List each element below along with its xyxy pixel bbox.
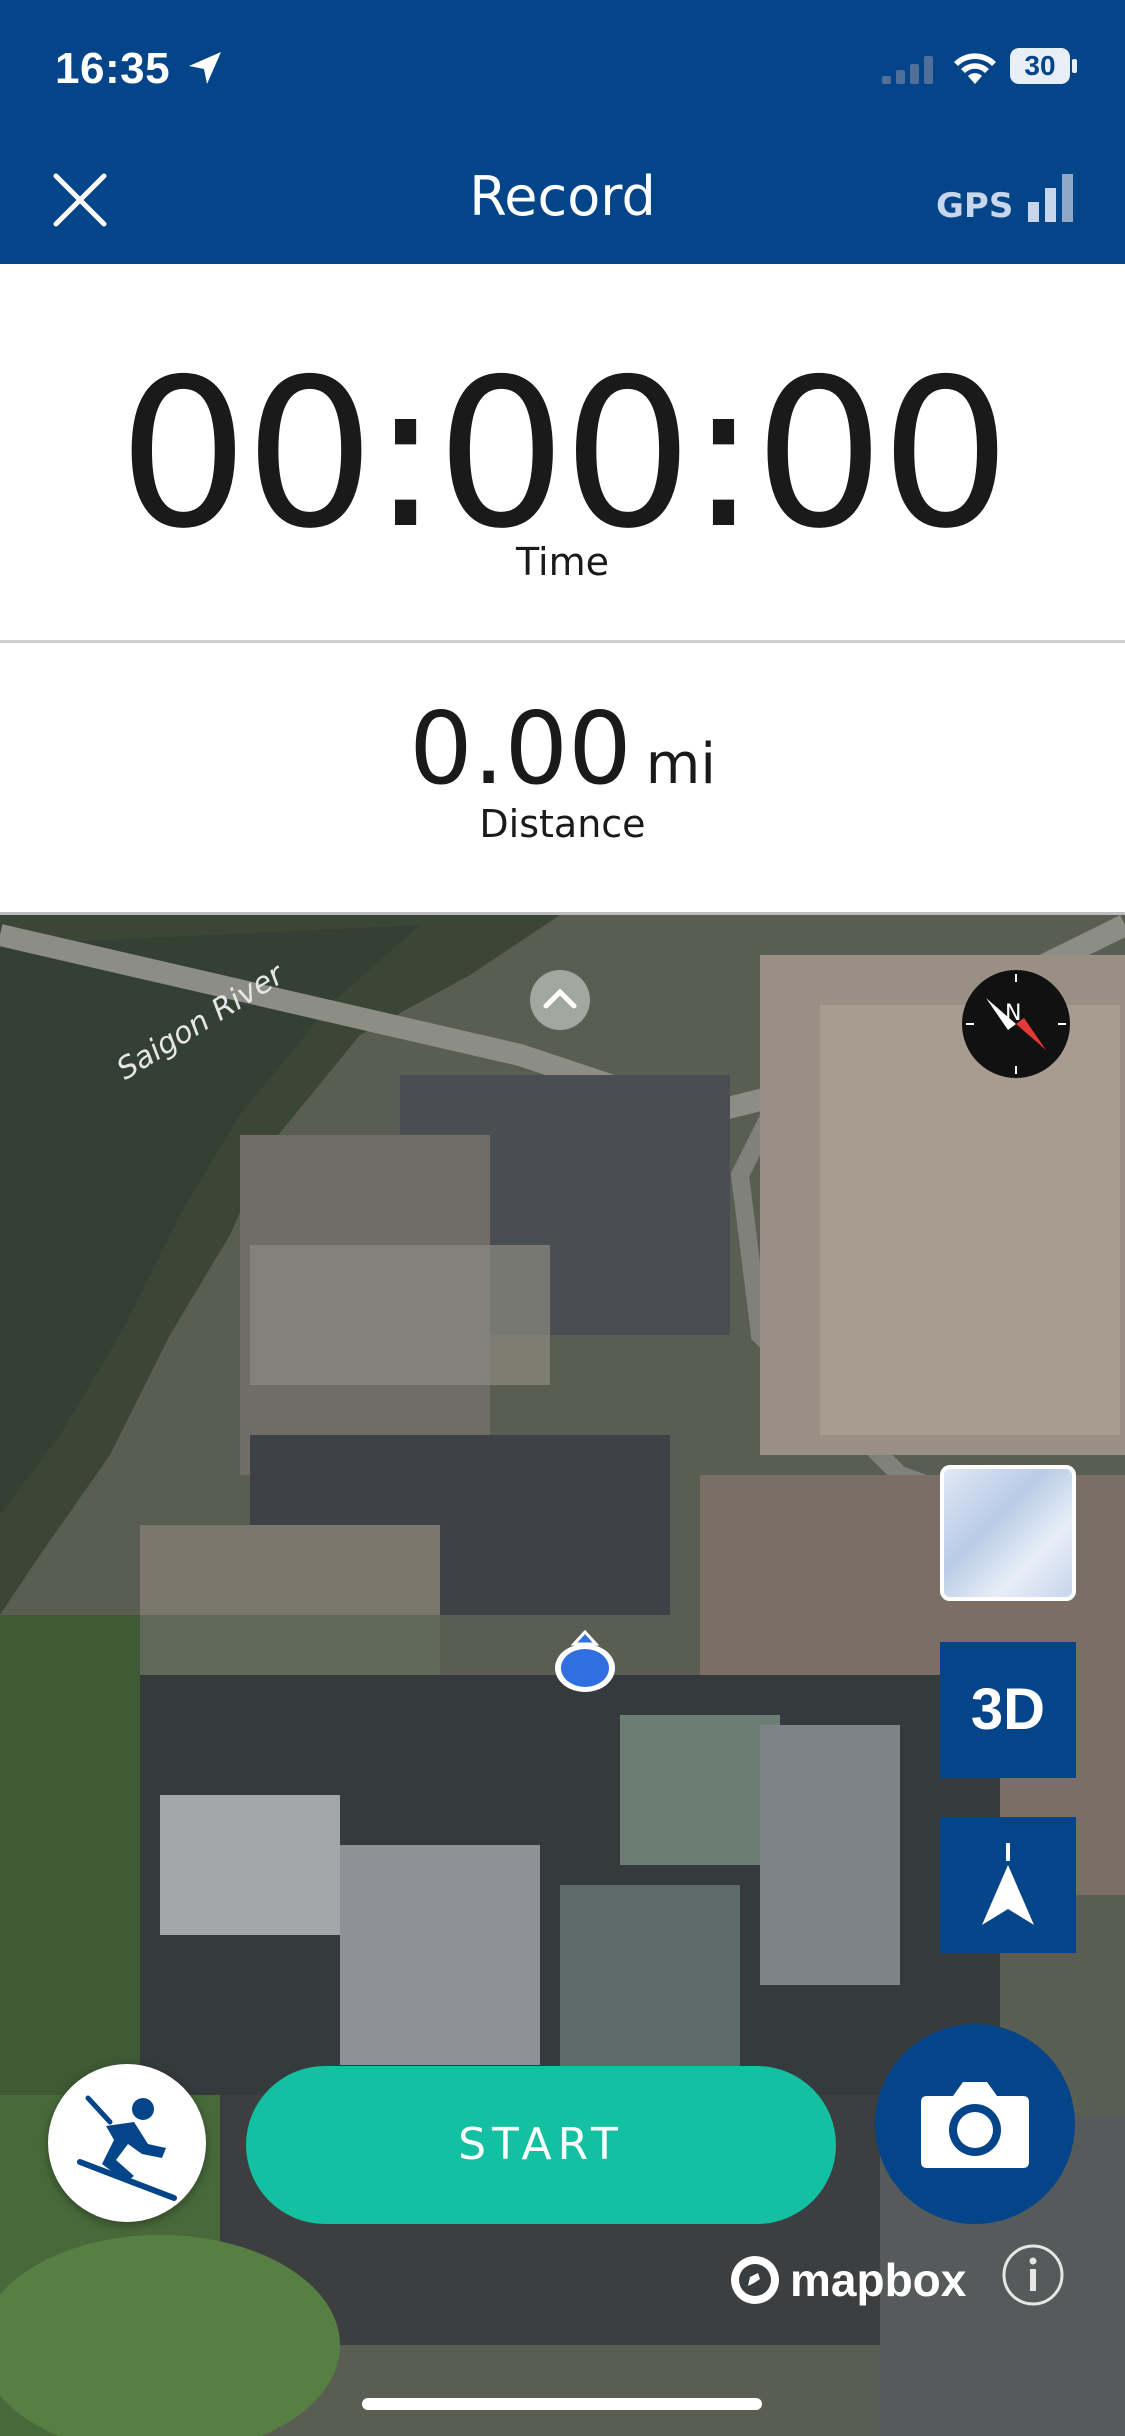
cellular-signal-icon (882, 56, 933, 84)
start-button[interactable]: START (246, 2066, 836, 2224)
chevron-up-icon (543, 988, 577, 1009)
skier-icon (77, 2095, 177, 2201)
collapse-stats-button[interactable] (530, 970, 590, 1030)
divider (0, 640, 1125, 643)
distance-unit: mi (645, 732, 716, 797)
battery-icon: 30 (1010, 48, 1077, 86)
distance-readout: 0.00 mi (0, 690, 1125, 807)
north-arrow-icon (982, 1843, 1034, 1925)
gps-label: GPS (936, 186, 1014, 226)
home-indicator (362, 2398, 762, 2410)
distance-value: 0.00 (409, 690, 632, 807)
battery-level: 30 (1024, 50, 1056, 81)
view-3d-button[interactable]: 3D (940, 1642, 1076, 1778)
camera-icon (921, 2082, 1029, 2168)
distance-label: Distance (479, 802, 646, 846)
info-icon[interactable] (1000, 2242, 1066, 2308)
terrain-layer-icon[interactable] (940, 1465, 1076, 1601)
location-arrow-icon (189, 52, 221, 84)
wifi-icon (954, 53, 996, 84)
user-location-icon (555, 1630, 615, 1692)
activity-type-button[interactable] (48, 2064, 206, 2222)
svg-text:N: N (1005, 1001, 1021, 1026)
app-header: 16:35 30 Record GPS (0, 0, 1125, 264)
mapbox-logo-icon (731, 2256, 779, 2304)
status-time: 16:35 (55, 44, 171, 93)
gps-signal-icon (1028, 174, 1073, 222)
time-label: Time (516, 540, 609, 584)
recenter-button[interactable] (940, 1817, 1076, 1953)
time-value: 00:00:00 (118, 336, 1011, 574)
camera-button[interactable] (875, 2024, 1075, 2224)
mapbox-wordmark: mapbox (790, 2254, 967, 2306)
compass-icon[interactable]: N (960, 968, 1072, 1080)
mapbox-attribution[interactable]: mapbox (728, 2250, 966, 2310)
